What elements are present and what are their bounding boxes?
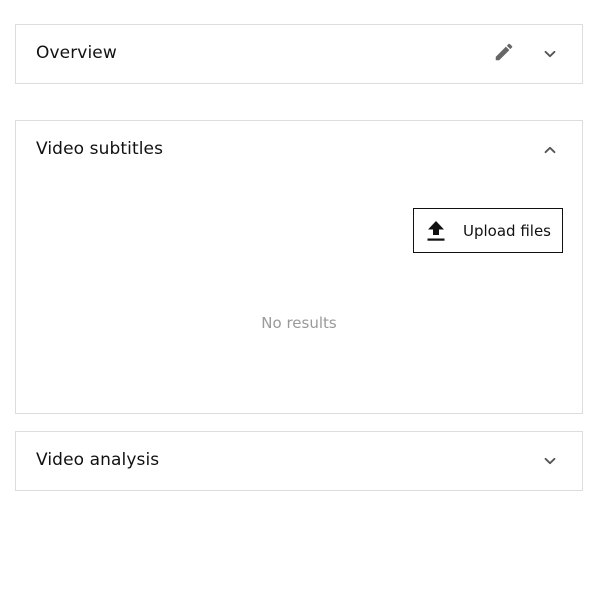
video-subtitles-panel: Video subtitles Upload files No results bbox=[15, 120, 583, 414]
upload-icon bbox=[425, 220, 447, 242]
video-subtitles-header[interactable]: Video subtitles bbox=[16, 121, 582, 179]
overview-title: Overview bbox=[36, 43, 117, 63]
chevron-up-icon[interactable] bbox=[538, 138, 562, 162]
chevron-down-icon[interactable] bbox=[538, 42, 562, 66]
overview-panel: Overview bbox=[15, 24, 583, 84]
overview-header[interactable]: Overview bbox=[16, 25, 582, 83]
chevron-down-icon[interactable] bbox=[538, 449, 562, 473]
upload-files-button[interactable]: Upload files bbox=[413, 208, 563, 253]
pencil-icon[interactable] bbox=[492, 40, 516, 64]
video-analysis-title: Video analysis bbox=[36, 450, 160, 470]
video-analysis-header[interactable]: Video analysis bbox=[16, 432, 582, 490]
video-subtitles-title: Video subtitles bbox=[36, 139, 164, 159]
upload-files-label: Upload files bbox=[463, 221, 551, 240]
no-results-text: No results bbox=[261, 314, 337, 332]
video-analysis-panel: Video analysis bbox=[15, 431, 583, 491]
